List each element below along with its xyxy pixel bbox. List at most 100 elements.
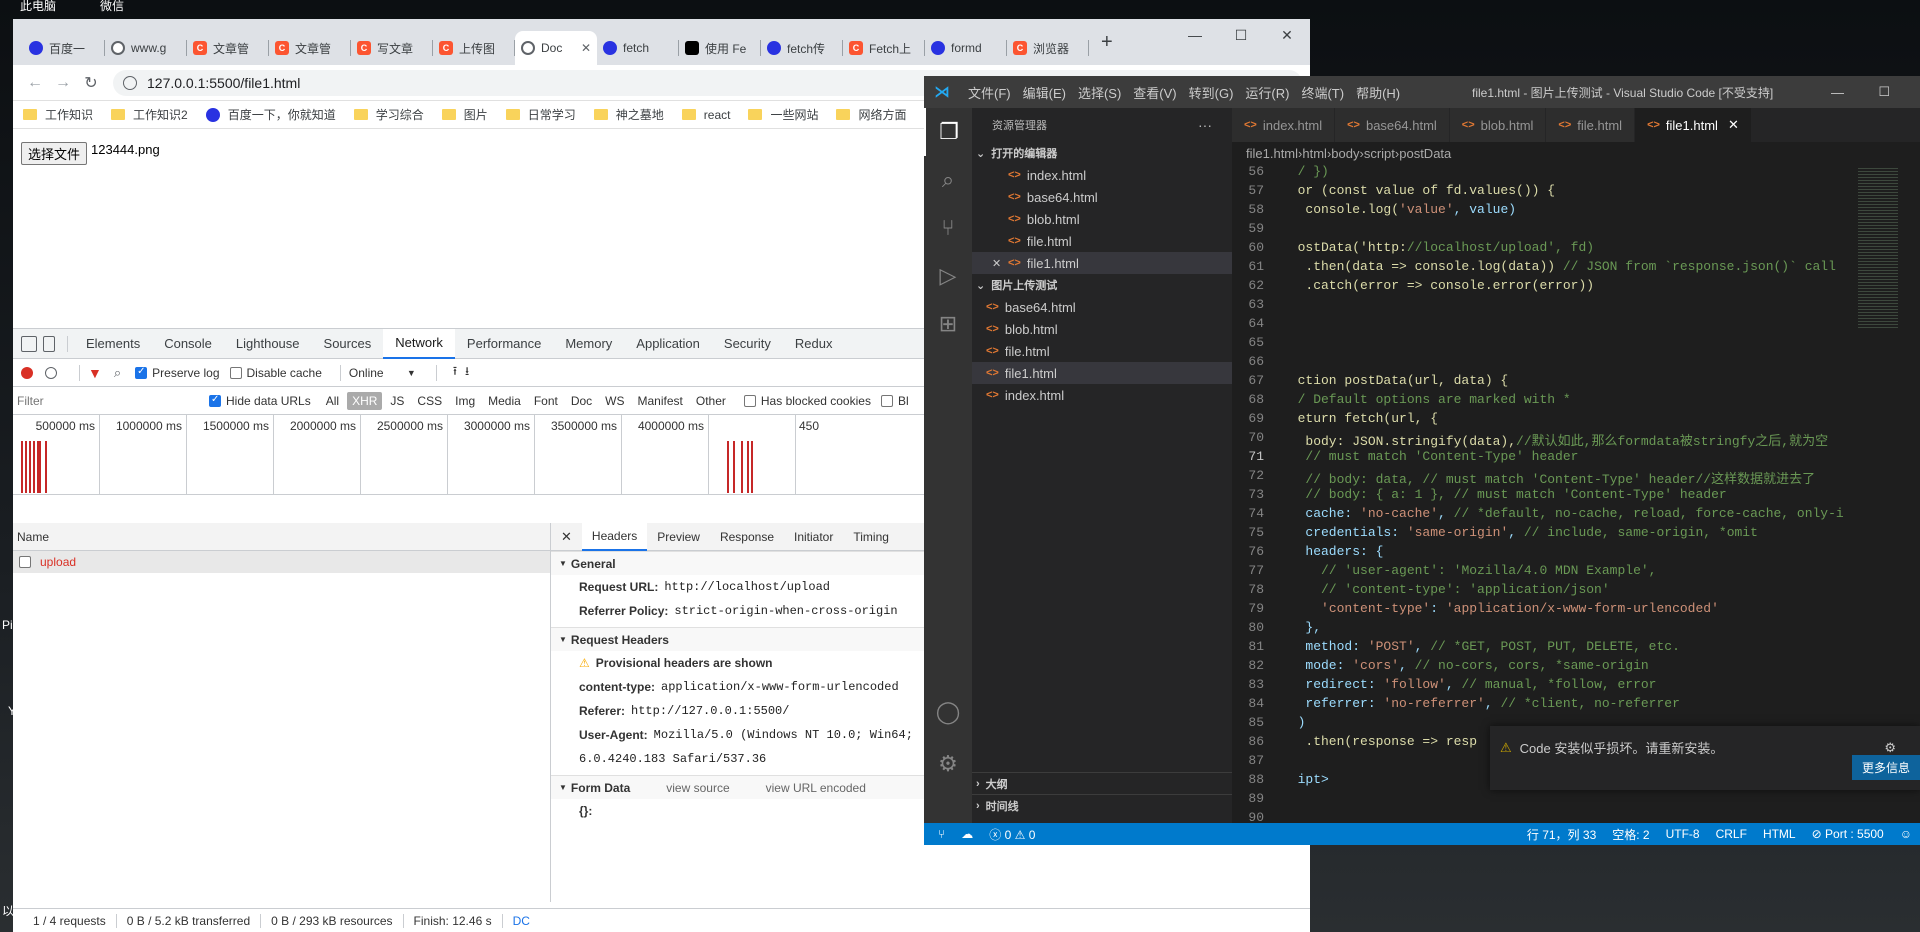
filter-type-other[interactable]: Other bbox=[691, 392, 731, 410]
browser-tab[interactable]: C 浏览器 bbox=[1007, 31, 1089, 65]
name-column-header[interactable]: Name bbox=[13, 523, 550, 551]
filter-type-css[interactable]: CSS bbox=[412, 392, 447, 410]
filter-type-manifest[interactable]: Manifest bbox=[633, 392, 688, 410]
view-url-encoded-link[interactable]: view URL encoded bbox=[766, 781, 866, 795]
bookmark-item[interactable]: 工作知识 bbox=[23, 106, 93, 123]
detail-tab-preview[interactable]: Preview bbox=[647, 523, 710, 551]
devtools-tab-network[interactable]: Network bbox=[383, 328, 455, 359]
editor-tab[interactable]: <> index.html bbox=[1232, 108, 1336, 142]
bookmark-item[interactable]: 图片 bbox=[441, 106, 488, 123]
menu-item[interactable]: 查看(V) bbox=[1127, 83, 1182, 102]
open-editor-item[interactable]: <> index.html bbox=[972, 164, 1232, 186]
filter-type-all[interactable]: All bbox=[321, 392, 344, 410]
browser-tab[interactable]: 百度一 bbox=[23, 31, 105, 65]
chevron-down-icon[interactable]: ▼ bbox=[407, 368, 416, 378]
editor-tab[interactable]: <> file1.html ✕ bbox=[1635, 108, 1752, 142]
bookmark-item[interactable]: 神之墓地 bbox=[593, 106, 664, 123]
bookmark-item[interactable]: 网络方面 bbox=[836, 106, 907, 123]
desktop-icon-this-pc[interactable]: 此电脑 bbox=[20, 0, 56, 14]
detail-tab-headers[interactable]: Headers bbox=[581, 522, 648, 551]
outline-section[interactable]: › 大纲 bbox=[972, 772, 1232, 794]
open-editor-item[interactable]: <> blob.html bbox=[972, 208, 1232, 230]
open-editors-section[interactable]: ⌄ 打开的编辑器 bbox=[972, 142, 1232, 164]
reload-icon[interactable]: ↻ bbox=[77, 73, 105, 93]
devtools-tab-elements[interactable]: Elements bbox=[74, 329, 152, 359]
end-of-line[interactable]: CRLF bbox=[1708, 827, 1755, 841]
maximize-icon[interactable]: ☐ bbox=[1878, 84, 1890, 100]
url-text[interactable]: 127.0.0.1:5500/file1.html bbox=[147, 75, 300, 91]
browser-tab[interactable]: Doc ✕ bbox=[515, 31, 597, 65]
minimize-icon[interactable]: — bbox=[1172, 19, 1218, 51]
browser-tab[interactable]: 使用 Fe bbox=[679, 31, 761, 65]
browser-tab[interactable]: C Fetch上 bbox=[843, 31, 925, 65]
devtools-tab-security[interactable]: Security bbox=[712, 329, 783, 359]
minimap[interactable] bbox=[1852, 164, 1920, 823]
menu-item[interactable]: 帮助(H) bbox=[1350, 83, 1406, 102]
browser-tab[interactable]: C 文章管 bbox=[269, 31, 351, 65]
menu-item[interactable]: 选择(S) bbox=[1072, 83, 1127, 102]
clear-icon[interactable] bbox=[45, 366, 57, 379]
open-editor-item[interactable]: <> base64.html bbox=[972, 186, 1232, 208]
record-icon[interactable] bbox=[21, 366, 33, 379]
project-file-item[interactable]: <> base64.html bbox=[972, 296, 1232, 318]
filter-type-doc[interactable]: Doc bbox=[566, 392, 597, 410]
gear-icon[interactable]: ⚙ bbox=[1884, 740, 1896, 756]
more-info-button[interactable]: 更多信息 bbox=[1851, 755, 1920, 780]
menu-item[interactable]: 终端(T) bbox=[1295, 83, 1350, 102]
blocked-cookies-checkbox[interactable] bbox=[743, 394, 756, 407]
browser-tab[interactable]: C 上传图 bbox=[433, 31, 515, 65]
detail-tab-timing[interactable]: Timing bbox=[843, 523, 899, 551]
browser-tab[interactable]: C 文章管 bbox=[187, 31, 269, 65]
language-mode[interactable]: HTML bbox=[1755, 827, 1804, 841]
menu-item[interactable]: 转到(G) bbox=[1183, 83, 1240, 102]
editor-tab[interactable]: <> blob.html bbox=[1449, 108, 1547, 142]
filter-icon[interactable]: ▼ bbox=[88, 365, 102, 381]
explorer-icon[interactable]: ❐ bbox=[924, 108, 972, 156]
project-file-item[interactable]: <> file.html bbox=[972, 340, 1232, 362]
disable-cache-checkbox[interactable] bbox=[229, 366, 242, 379]
maximize-icon[interactable]: ☐ bbox=[1218, 19, 1264, 51]
browser-tab[interactable]: www.g bbox=[105, 31, 187, 65]
bookmark-item[interactable]: 日常学习 bbox=[505, 106, 576, 123]
browser-tab[interactable]: C 写文章 bbox=[351, 31, 433, 65]
filter-type-media[interactable]: Media bbox=[483, 392, 526, 410]
bookmark-item[interactable]: react bbox=[681, 108, 730, 122]
indentation[interactable]: 空格: 2 bbox=[1604, 826, 1657, 843]
devtools-tab-sources[interactable]: Sources bbox=[312, 329, 384, 359]
bookmark-item[interactable]: 学习综合 bbox=[353, 106, 424, 123]
close-editor-icon[interactable]: ✕ bbox=[992, 257, 1008, 270]
devtools-tab-memory[interactable]: Memory bbox=[553, 329, 624, 359]
bookmark-item[interactable]: 工作知识2 bbox=[111, 106, 188, 123]
feedback-icon[interactable]: ☺ bbox=[1892, 827, 1920, 841]
devtools-tab-lighthouse[interactable]: Lighthouse bbox=[224, 329, 312, 359]
table-row[interactable]: upload bbox=[13, 551, 550, 573]
devtools-tab-console[interactable]: Console bbox=[152, 329, 224, 359]
project-file-item[interactable]: <> index.html bbox=[972, 384, 1232, 406]
menu-item[interactable]: 运行(R) bbox=[1239, 83, 1295, 102]
problems-indicator[interactable]: ⓧ 0 ⚠ 0 bbox=[981, 826, 1043, 843]
filter-type-xhr[interactable]: XHR bbox=[347, 391, 383, 410]
device-toolbar-icon[interactable] bbox=[43, 335, 55, 352]
view-source-link[interactable]: view source bbox=[666, 781, 729, 795]
close-tab-icon[interactable]: ✕ bbox=[1728, 117, 1739, 133]
blocked-requests-checkbox[interactable] bbox=[880, 394, 893, 407]
close-details-icon[interactable]: ✕ bbox=[551, 529, 582, 545]
filter-type-font[interactable]: Font bbox=[529, 392, 563, 410]
sync-icon[interactable]: ☁ bbox=[953, 827, 981, 841]
run-debug-icon[interactable]: ▷ bbox=[924, 252, 972, 300]
branch-icon[interactable]: ⑂ bbox=[924, 827, 953, 841]
hide-data-urls-checkbox[interactable] bbox=[209, 394, 221, 407]
search-icon[interactable]: ⌕ bbox=[924, 156, 972, 204]
forward-icon[interactable]: → bbox=[49, 74, 77, 92]
bookmark-item[interactable]: 一些网站 bbox=[748, 106, 818, 123]
browser-tab[interactable]: formd bbox=[925, 31, 1007, 65]
throttle-select[interactable]: Online bbox=[349, 366, 407, 380]
detail-tab-initiator[interactable]: Initiator bbox=[784, 523, 843, 551]
editor-tab[interactable]: <> base64.html bbox=[1335, 108, 1450, 142]
close-tab-icon[interactable]: ✕ bbox=[581, 41, 591, 55]
devtools-tab-performance[interactable]: Performance bbox=[455, 329, 553, 359]
minimize-icon[interactable]: — bbox=[1831, 85, 1844, 100]
breadcrumb-item[interactable]: body bbox=[1331, 146, 1359, 161]
open-editor-item[interactable]: <> file.html bbox=[972, 230, 1232, 252]
filter-type-js[interactable]: JS bbox=[385, 392, 409, 410]
